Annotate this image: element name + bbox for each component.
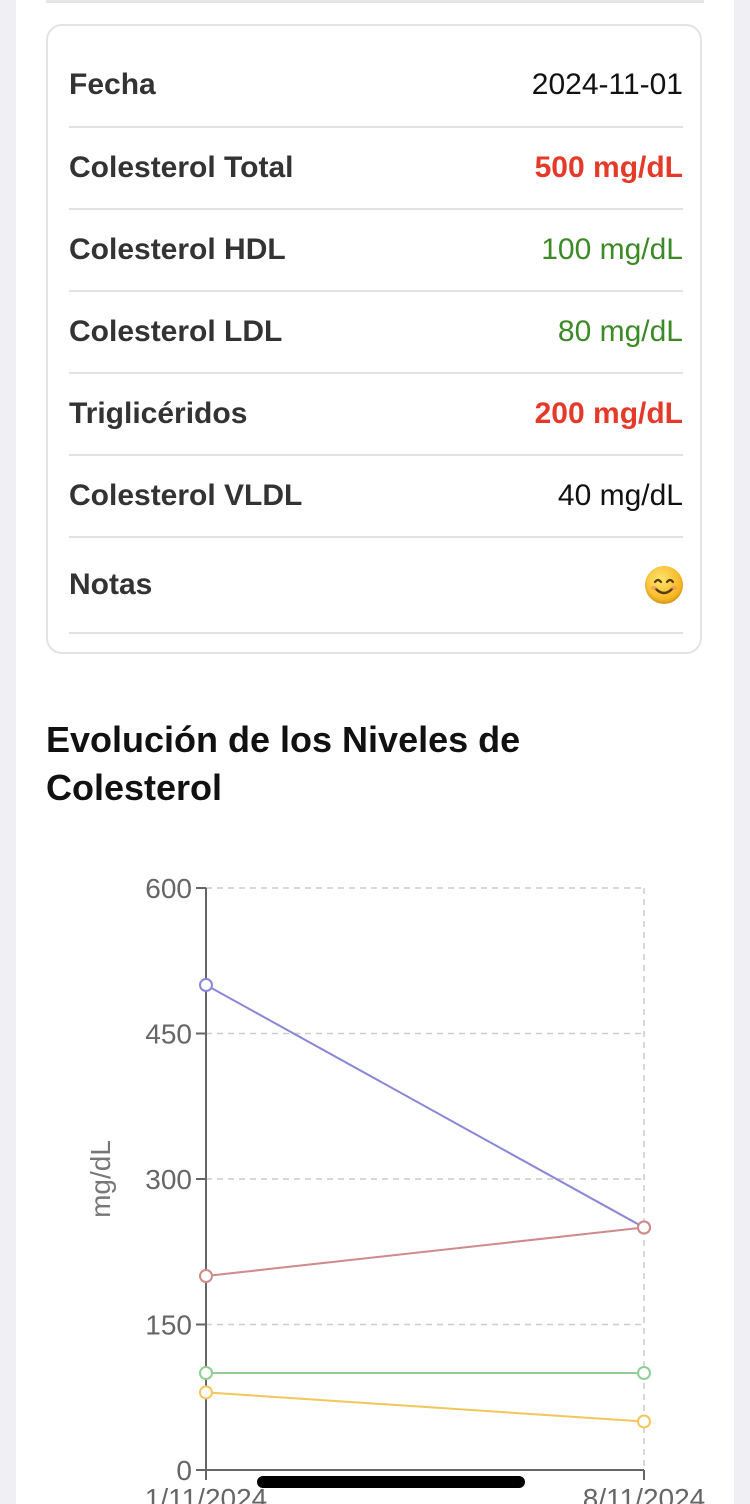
- row-notas: Notas: [69, 538, 683, 634]
- data-point: [199, 1269, 213, 1283]
- row-value: 80 mg/dL: [557, 315, 683, 348]
- row-value: 200 mg/dL: [534, 397, 683, 430]
- y-tick-label: 600: [145, 873, 192, 904]
- x-tick-label: 8/11/2024: [583, 1483, 706, 1504]
- y-tick-label: 0: [176, 1455, 192, 1486]
- row-colesterol-total: Colesterol Total 500 mg/dL: [69, 128, 683, 210]
- record-card: Fecha 2024-11-01 Colesterol Total 500 mg…: [46, 24, 702, 654]
- row-value: 100 mg/dL: [541, 233, 683, 266]
- data-point: [637, 1220, 651, 1235]
- series-line: [205, 1226, 645, 1277]
- row-value: 500 mg/dL: [534, 151, 683, 184]
- row-value: 2024-11-01: [531, 68, 683, 101]
- row-colesterol-ldl: Colesterol LDL 80 mg/dL: [69, 292, 683, 374]
- data-point: [637, 1414, 651, 1429]
- series-line: [205, 984, 645, 1229]
- smiling-face-glyph: [651, 578, 677, 595]
- row-label: Fecha: [69, 68, 156, 101]
- data-point: [199, 1385, 213, 1400]
- x-tick-label: 1/11/2024: [145, 1483, 268, 1504]
- data-point: [637, 1366, 651, 1380]
- y-tick-label: 300: [145, 1164, 192, 1195]
- chart-title: Evolución de los Niveles de Colesterol: [46, 719, 521, 808]
- row-label: Notas: [69, 568, 153, 601]
- page: Fecha 2024-11-01 Colesterol Total 500 mg…: [16, 0, 734, 1504]
- cholesterol-line-chart: 0 150 300 450 600 1/11/2024 8/11/2024 mg/dL: [85, 873, 706, 1504]
- row-value: 40 mg/dL: [557, 479, 683, 512]
- y-tick-label: 450: [145, 1019, 192, 1050]
- row-colesterol-vldl: Colesterol VLDL 40 mg/dL: [69, 456, 683, 538]
- divider: [46, 0, 704, 3]
- row-label: Colesterol HDL: [69, 233, 286, 266]
- data-point: [199, 1366, 213, 1380]
- row-label: Colesterol VLDL: [69, 479, 303, 512]
- row-label: Colesterol Total: [69, 151, 294, 184]
- row-label: Triglicéridos: [69, 397, 248, 430]
- series-line: [205, 1391, 645, 1423]
- row-fecha: Fecha 2024-11-01: [69, 44, 683, 128]
- row-trigliceridos: Triglicéridos 200 mg/dL: [69, 374, 683, 456]
- smiling-face-icon: [645, 566, 683, 604]
- row-label: Colesterol LDL: [69, 315, 283, 348]
- data-point: [199, 978, 213, 992]
- home-indicator[interactable]: [257, 1476, 525, 1488]
- y-tick-label: 150: [145, 1310, 192, 1341]
- row-colesterol-hdl: Colesterol HDL 100 mg/dL: [69, 210, 683, 292]
- y-axis-label: mg/dL: [85, 1140, 116, 1218]
